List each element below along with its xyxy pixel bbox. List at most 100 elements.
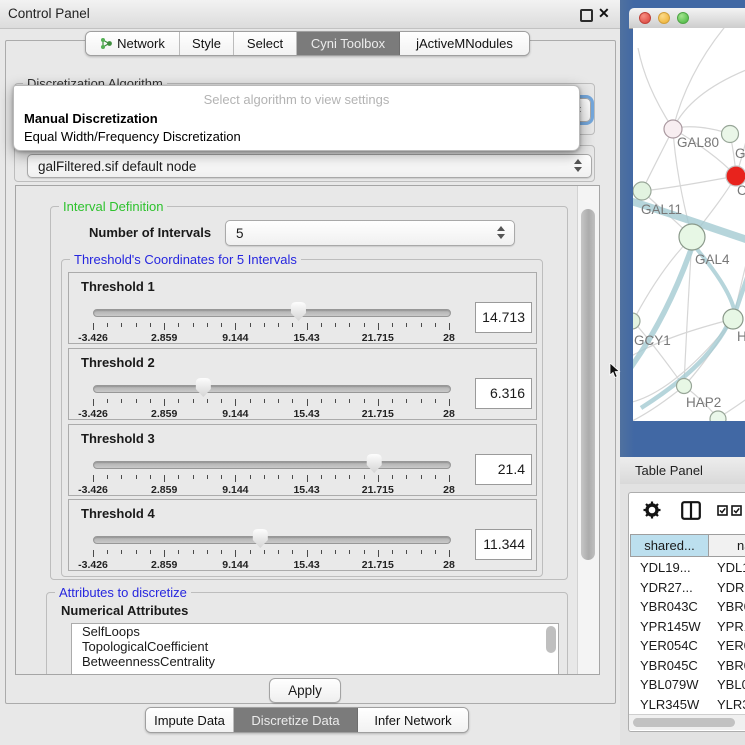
table-row[interactable]: YBL079WYBL0 [629, 675, 745, 695]
tick-mark [292, 323, 293, 327]
table-hscrollbar-thumb[interactable] [633, 718, 735, 727]
list-scrollbar-thumb[interactable] [546, 626, 556, 653]
attribute-list-item[interactable]: SelfLoops [72, 624, 558, 639]
table-row[interactable]: YER054CYER0 [629, 636, 745, 656]
tick-label: 21.715 [362, 484, 394, 496]
threshold-2-value-field[interactable]: 6.316 [475, 378, 532, 409]
tab-style[interactable]: Style [180, 32, 234, 55]
zoom-traffic-light[interactable] [677, 12, 689, 24]
cell-name[interactable]: YBL0 [708, 677, 745, 692]
algorithm-item-manual[interactable]: Manual Discretization [24, 111, 158, 126]
cell-name[interactable]: YDR2 [708, 580, 745, 595]
cell-shared-name[interactable]: YLR345W [629, 697, 708, 712]
tick-mark [178, 550, 179, 554]
slider-thumb[interactable] [252, 528, 269, 549]
threshold-3-value-field[interactable]: 21.4 [475, 454, 532, 485]
tick-mark [107, 323, 108, 327]
cell-name[interactable]: YPR1 [708, 619, 745, 634]
control-panel-titlebar: Control Panel ✕ [0, 0, 620, 29]
table-row[interactable]: YLR345WYLR3 [629, 695, 745, 715]
tick-mark [349, 550, 350, 554]
spinner-arrows-icon[interactable] [497, 226, 505, 242]
tick-label: 9.144 [222, 408, 248, 420]
minimize-traffic-light[interactable] [658, 12, 670, 24]
pane-scrollbar-thumb[interactable] [581, 209, 595, 560]
attribute-list-item[interactable]: BetweennessCentrality [72, 654, 558, 669]
combo-arrows-icon[interactable] [574, 159, 582, 175]
slider-thumb[interactable] [195, 377, 212, 398]
cell-name[interactable]: YBR0 [708, 658, 745, 673]
table-row[interactable]: YDR27...YDR2 [629, 578, 745, 598]
slider-thumb[interactable] [290, 301, 307, 322]
tab-discretize-data[interactable]: Discretize Data [234, 708, 358, 732]
attribute-list-item[interactable]: TopologicalCoefficient [72, 639, 558, 654]
network-node-h[interactable] [723, 309, 743, 329]
network-node-gal4[interactable] [679, 224, 705, 250]
network-node-gcy1[interactable] [633, 313, 640, 329]
table-panel-title: Table Panel [635, 463, 703, 478]
tab-network[interactable]: Network [86, 32, 180, 55]
tab-infer-network[interactable]: Infer Network [358, 708, 468, 732]
tab-impute-data[interactable]: Impute Data [146, 708, 234, 732]
tick-mark [349, 323, 350, 327]
cell-shared-name[interactable]: YBR045C [629, 658, 708, 673]
cell-name[interactable]: YLR3 [708, 697, 745, 712]
float-window-icon[interactable] [580, 9, 593, 22]
cell-shared-name[interactable]: YBL079W [629, 677, 708, 692]
cell-shared-name[interactable]: YER054C [629, 638, 708, 653]
interval-definition-title: Interval Definition [59, 199, 167, 214]
pane-scrollbar-track[interactable] [577, 186, 599, 674]
close-traffic-light[interactable] [639, 12, 651, 24]
close-icon[interactable]: ✕ [598, 5, 610, 22]
table-row[interactable]: YDL19...YDL1 [629, 558, 745, 578]
threshold-1-value-field[interactable]: 14.713 [475, 302, 532, 333]
column-layout-icon[interactable] [681, 501, 701, 520]
table-row[interactable]: YBR043CYBR0 [629, 597, 745, 617]
slider-thumb[interactable] [366, 453, 383, 474]
column-header-shared-name[interactable]: shared... [630, 534, 709, 557]
network-canvas[interactable]: GAL80 GA C GAL11 GAL4 GCY1 H HAP2 [633, 28, 745, 421]
tick-mark [392, 399, 393, 403]
svg-text:GCY1: GCY1 [634, 333, 671, 348]
table-hscrollbar-track[interactable] [629, 714, 745, 730]
slider-track[interactable] [93, 536, 451, 544]
slider-track[interactable] [93, 309, 451, 317]
column-header-name[interactable]: na [708, 534, 745, 557]
number-of-intervals-spinner[interactable]: 5 [225, 220, 515, 246]
network-node-bottom[interactable] [710, 411, 726, 421]
threshold-4-value-field[interactable]: 11.344 [475, 529, 532, 560]
cell-shared-name[interactable]: YDL19... [629, 560, 708, 575]
tab-cyni-toolbox[interactable]: Cyni Toolbox [297, 32, 400, 55]
algorithm-item-equal-width[interactable]: Equal Width/Frequency Discretization [24, 129, 241, 144]
threshold-panel-2: Threshold 2-3.4262.8599.14415.4321.71528… [68, 348, 537, 420]
checkbox-icon[interactable] [717, 505, 728, 516]
tick-mark [164, 550, 165, 557]
cell-shared-name[interactable]: YPR145W [629, 619, 708, 634]
network-node-ga[interactable] [722, 126, 739, 143]
network-window-titlebar[interactable] [629, 8, 745, 29]
table-row[interactable]: YBR045CYBR0 [629, 656, 745, 676]
table-row[interactable]: YPR145WYPR1 [629, 617, 745, 637]
slider-track[interactable] [93, 461, 451, 469]
cell-shared-name[interactable]: YDR27... [629, 580, 708, 595]
network-node-hap2[interactable] [677, 379, 692, 394]
tick-mark [136, 550, 137, 554]
cell-name[interactable]: YBR0 [708, 599, 745, 614]
network-node-gal11[interactable] [633, 182, 651, 200]
cell-name[interactable]: YDL1 [708, 560, 745, 575]
cell-shared-name[interactable]: YBR043C [629, 599, 708, 614]
checkbox-icon[interactable] [731, 505, 742, 516]
tick-mark [321, 399, 322, 403]
tab-jactivemnodules[interactable]: jActiveMNodules [400, 32, 529, 55]
slider-track[interactable] [93, 385, 451, 393]
tick-mark [193, 550, 194, 554]
apply-button[interactable]: Apply [269, 678, 341, 703]
cell-name[interactable]: YER0 [708, 638, 745, 653]
tick-mark [435, 323, 436, 327]
table-data-combobox[interactable]: galFiltered.sif default node [27, 154, 592, 178]
tick-mark [221, 323, 222, 327]
tab-select[interactable]: Select [234, 32, 297, 55]
settings-gear-icon[interactable] [643, 501, 661, 519]
tick-label: -3.426 [78, 332, 108, 344]
numerical-attributes-list[interactable]: SelfLoopsTopologicalCoefficientBetweenne… [71, 623, 559, 675]
